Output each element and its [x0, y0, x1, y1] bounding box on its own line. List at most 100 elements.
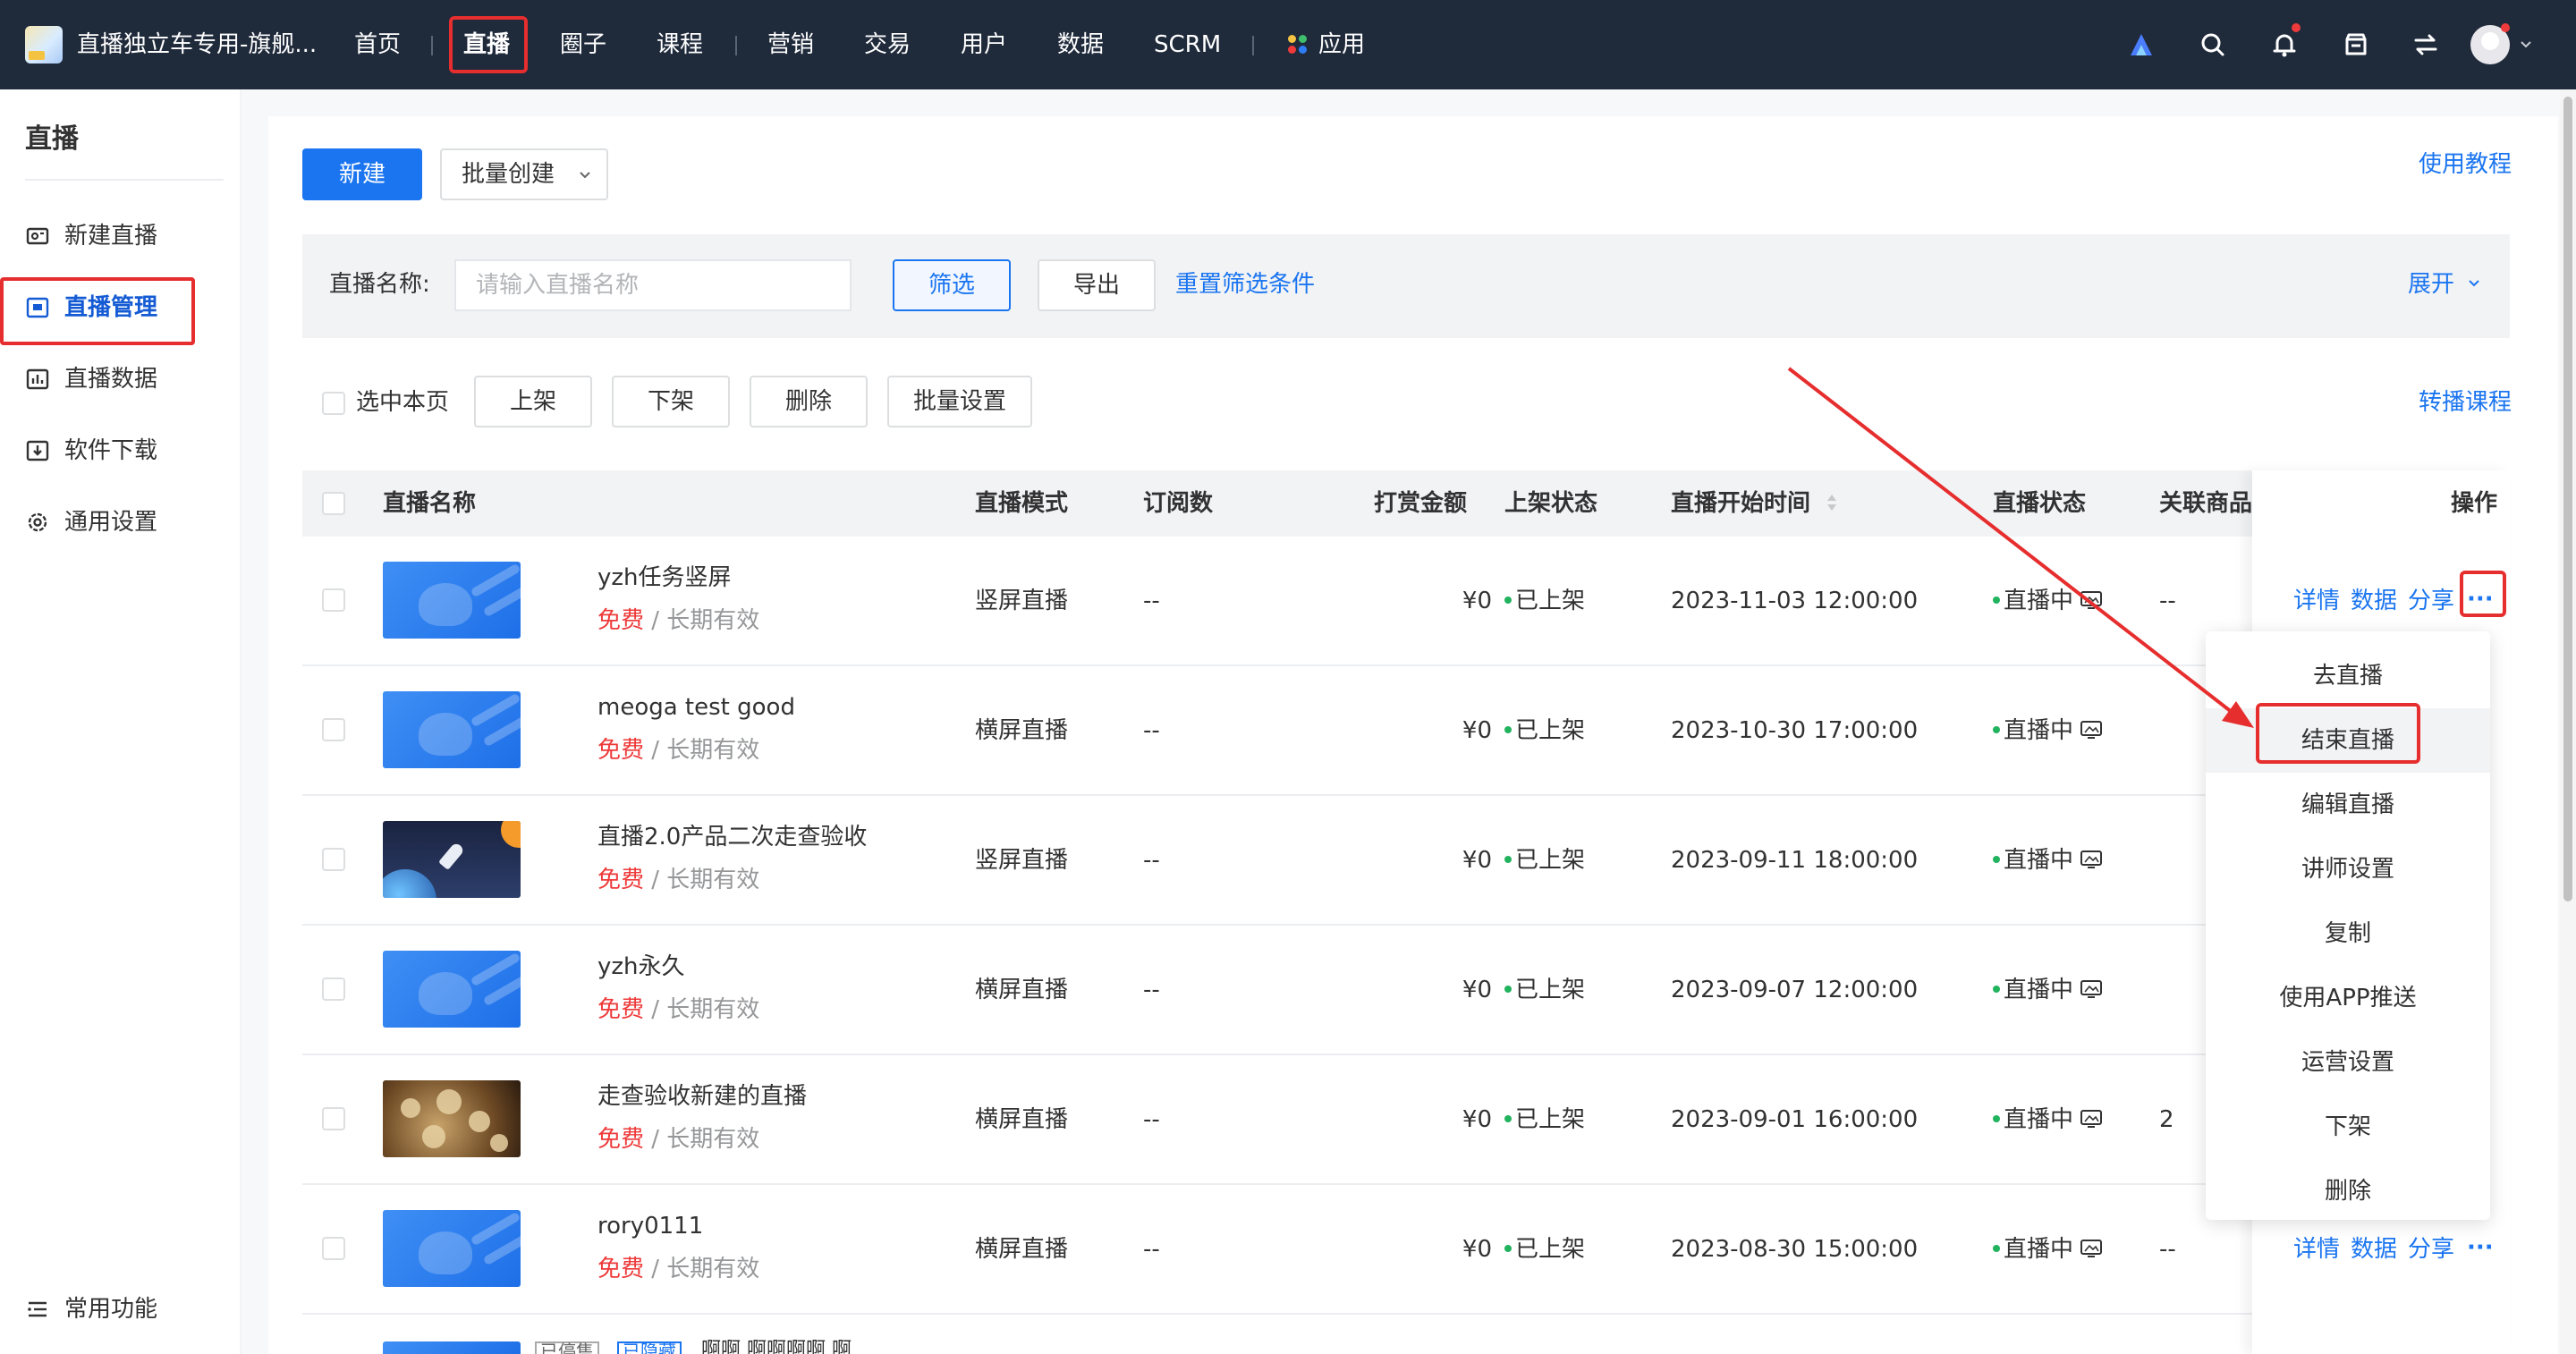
reward-amount: ¥0 — [1462, 977, 1492, 1003]
screen-preview-icon[interactable] — [2080, 850, 2103, 868]
screen-preview-icon[interactable] — [2080, 1109, 2103, 1128]
live-name[interactable]: 直播2.0产品二次走查验收 — [597, 821, 867, 853]
bell-icon[interactable] — [2267, 27, 2302, 63]
filter-button[interactable]: 筛选 — [893, 259, 1011, 311]
free-label: 免费 — [597, 867, 645, 893]
shelf-status-text: 已上架 — [1515, 1106, 1586, 1133]
scrollbar-thumb[interactable] — [2563, 97, 2572, 901]
row-checkbox[interactable] — [322, 1107, 345, 1130]
live-thumbnail[interactable] — [383, 691, 521, 768]
on-shelf-button[interactable]: 上架 — [474, 376, 592, 427]
nav-trade[interactable]: 交易 — [864, 29, 911, 61]
nav-apps[interactable]: 应用 — [1318, 29, 1365, 61]
column-header-start-time[interactable]: 直播开始时间 — [1671, 487, 1838, 520]
sidebar-title: 直播 — [25, 123, 79, 155]
nav-scrm[interactable]: SCRM — [1154, 29, 1221, 61]
dropdown-item[interactable]: 下架 — [2206, 1095, 2490, 1159]
tutorial-link[interactable]: 使用教程 — [2419, 148, 2512, 181]
live-thumbnail[interactable] — [383, 951, 521, 1028]
filter-bar: 直播名称: 筛选 导出 重置筛选条件 展开 — [302, 234, 2510, 338]
delete-button[interactable]: 删除 — [750, 376, 868, 427]
row-checkbox[interactable] — [322, 1237, 345, 1260]
chevron-down-icon[interactable] — [2519, 38, 2533, 52]
sidebar-item-general-settings[interactable]: 通用设置 — [25, 504, 222, 540]
live-name[interactable]: rory0111 — [597, 1210, 703, 1242]
sort-icon[interactable] — [1826, 493, 1838, 512]
live-thumbnail[interactable] — [383, 562, 521, 639]
more-button[interactable]: ··· — [2467, 1231, 2494, 1264]
export-button[interactable]: 导出 — [1038, 259, 1156, 311]
sidebar-item-common-functions[interactable]: 常用功能 — [25, 1291, 222, 1327]
detail-link[interactable]: 详情 — [2293, 1233, 2340, 1265]
live-name-search-input[interactable] — [454, 259, 852, 311]
dropdown-item[interactable]: 复制 — [2206, 901, 2490, 966]
new-live-button[interactable]: 新建 — [302, 148, 422, 200]
row-checkbox[interactable] — [322, 718, 345, 741]
live-price: 免费 / 长期有效 — [597, 1253, 759, 1285]
off-shelf-button[interactable]: 下架 — [612, 376, 730, 427]
sidebar-item-live-data[interactable]: 直播数据 — [25, 361, 222, 397]
sidebar: 直播 新建直播 直播管理 直播数据 软件下载 通用设置 常用功能 — [0, 89, 242, 1354]
dropdown-item[interactable]: 去直播 — [2206, 644, 2490, 708]
detail-link[interactable]: 详情 — [2293, 585, 2340, 617]
live-mode: 横屏直播 — [975, 977, 1069, 1003]
batch-create-dropdown[interactable]: 批量创建 — [440, 148, 608, 200]
batch-settings-button[interactable]: 批量设置 — [887, 376, 1032, 427]
start-time: 2023-10-30 17:00:00 — [1671, 717, 1919, 744]
row-checkbox[interactable] — [322, 848, 345, 871]
switch-icon[interactable] — [2408, 27, 2444, 63]
screen-preview-icon[interactable] — [2080, 1239, 2103, 1257]
dropdown-item[interactable]: 编辑直播 — [2206, 773, 2490, 837]
share-link[interactable]: 分享 — [2408, 1233, 2454, 1265]
data-link[interactable]: 数据 — [2351, 1233, 2397, 1265]
data-link[interactable]: 数据 — [2351, 585, 2397, 617]
table-header: 直播名称 直播模式 订阅数 打赏金额 上架状态 直播开始时间 直播状态 关联商品 — [302, 470, 2510, 537]
screen-preview-icon[interactable] — [2080, 590, 2103, 609]
sidebar-item-software-download[interactable]: 软件下载 — [25, 433, 222, 469]
shop-name[interactable]: 直播独立车专用-旗舰... — [77, 29, 317, 61]
shelf-status-text: 已上架 — [1515, 847, 1586, 874]
live-mode: 竖屏直播 — [975, 847, 1069, 874]
reward-amount: ¥0 — [1462, 1236, 1492, 1263]
dropdown-item[interactable]: 删除 — [2206, 1159, 2490, 1223]
top-nav: 直播独立车专用-旗舰... 首页 直播 圈子 课程 营销 交易 用户 数据 SC… — [0, 0, 2576, 89]
reset-filter-link[interactable]: 重置筛选条件 — [1175, 268, 1315, 300]
nav-circle[interactable]: 圈子 — [560, 29, 606, 61]
live-name[interactable]: yzh永久 — [597, 951, 685, 983]
search-icon[interactable] — [2195, 27, 2231, 63]
relay-course-link[interactable]: 转播课程 — [2419, 386, 2512, 419]
row-checkbox[interactable] — [322, 588, 345, 612]
share-link[interactable]: 分享 — [2408, 585, 2454, 617]
nav-marketing[interactable]: 营销 — [767, 29, 814, 61]
nav-user[interactable]: 用户 — [961, 29, 1007, 61]
select-all-checkbox[interactable] — [322, 492, 345, 515]
expand-label: 展开 — [2408, 271, 2455, 298]
screen-preview-icon[interactable] — [2080, 979, 2103, 998]
live-name[interactable]: 走查验收新建的直播 — [597, 1080, 807, 1113]
chart-icon — [26, 368, 49, 390]
live-thumbnail[interactable] — [383, 1080, 521, 1157]
store-icon[interactable] — [2338, 27, 2374, 63]
screen-preview-icon[interactable] — [2080, 720, 2103, 739]
shop-logo[interactable] — [25, 26, 63, 63]
dropdown-item[interactable]: 讲师设置 — [2206, 837, 2490, 901]
select-page-checkbox[interactable] — [322, 392, 345, 415]
nav-home[interactable]: 首页 — [354, 29, 401, 61]
row-checkbox[interactable] — [322, 977, 345, 1001]
vertical-scrollbar[interactable] — [2560, 89, 2576, 1354]
expand-filter-link[interactable]: 展开 — [2408, 268, 2481, 300]
ai-assistant-icon[interactable] — [2123, 27, 2159, 63]
dropdown-item[interactable]: 运营设置 — [2206, 1030, 2490, 1095]
sidebar-item-new-live[interactable]: 新建直播 — [25, 218, 222, 254]
live-status-text: 直播中 — [2004, 588, 2074, 614]
column-header-shelf-status: 上架状态 — [1504, 490, 1598, 517]
status-dot — [1993, 596, 2000, 604]
validity-label: / 长期有效 — [651, 607, 760, 634]
live-thumbnail[interactable] — [383, 1210, 521, 1287]
live-name[interactable]: meoga test good — [597, 691, 795, 724]
nav-data[interactable]: 数据 — [1057, 29, 1104, 61]
live-name[interactable]: yzh任务竖屏 — [597, 562, 732, 594]
nav-course[interactable]: 课程 — [657, 29, 703, 61]
live-thumbnail[interactable] — [383, 821, 521, 898]
dropdown-item[interactable]: 使用APP推送 — [2206, 966, 2490, 1030]
